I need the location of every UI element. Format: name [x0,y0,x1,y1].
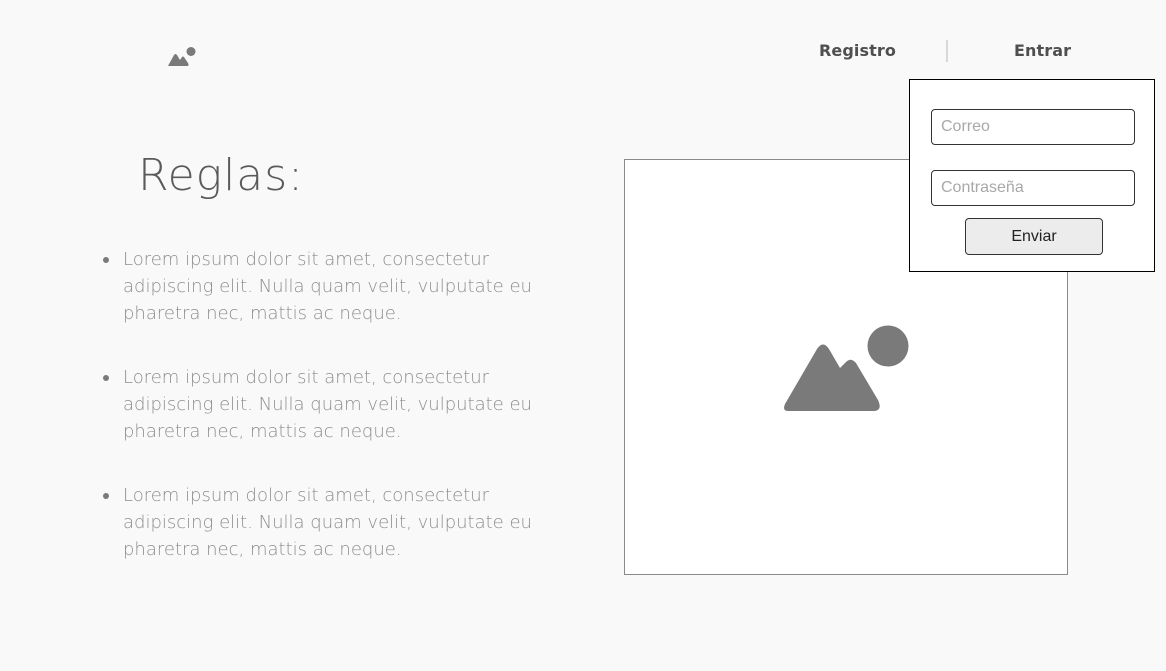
login-link[interactable]: Entrar [1014,41,1071,60]
email-input[interactable] [931,109,1135,145]
page-title: Reglas: [138,150,305,201]
rules-list: Lorem ipsum dolor sit amet, consectetur … [102,246,562,600]
register-link[interactable]: Registro [819,41,896,60]
rule-item: Lorem ipsum dolor sit amet, consectetur … [102,364,562,445]
rule-item: Lorem ipsum dolor sit amet, consectetur … [102,246,562,327]
rule-item: Lorem ipsum dolor sit amet, consectetur … [102,482,562,563]
nav-divider [946,40,948,62]
submit-button[interactable]: Enviar [965,218,1103,255]
password-input[interactable] [931,170,1135,206]
logo-icon[interactable] [166,44,198,68]
login-panel: Enviar [909,79,1155,272]
image-icon [784,325,909,411]
